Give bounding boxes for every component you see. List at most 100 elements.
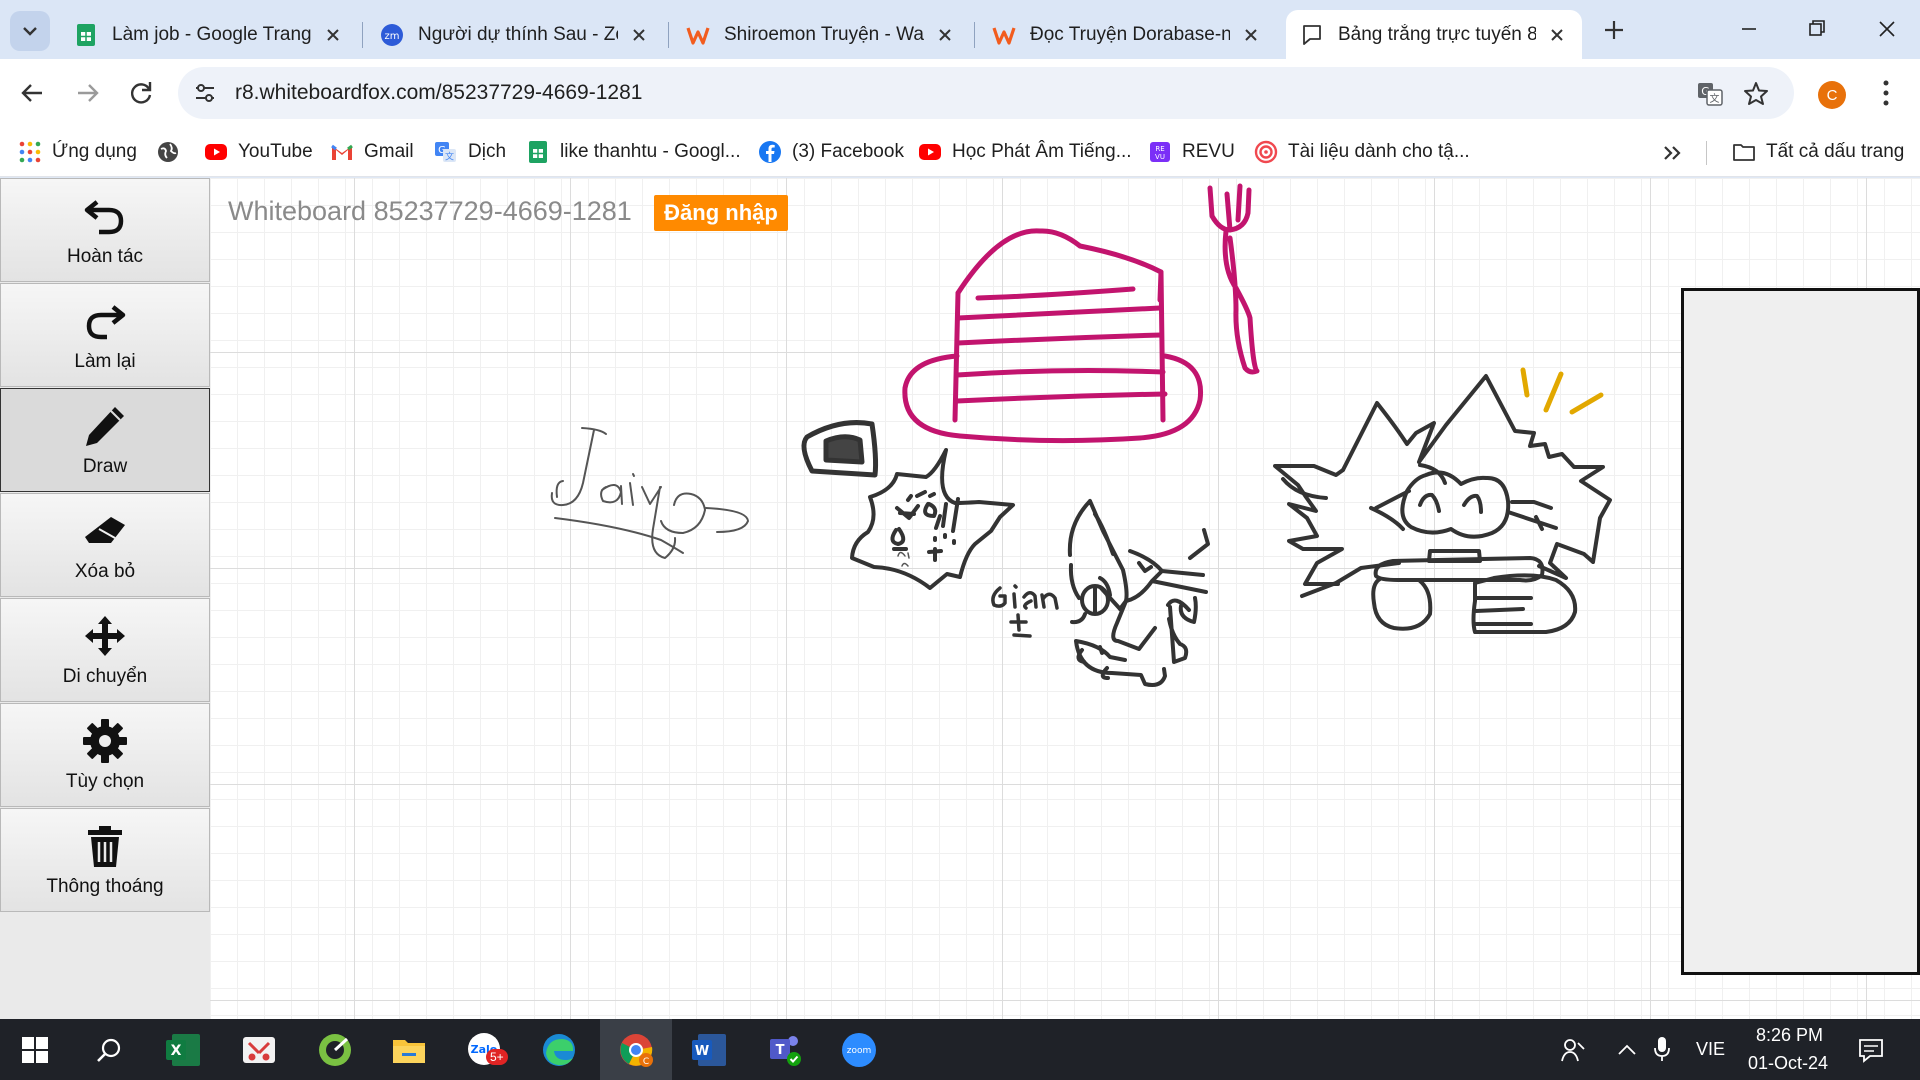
taskbar-file-explorer[interactable] — [386, 1027, 432, 1073]
people-icon[interactable] — [1560, 1037, 1586, 1063]
tool-label: Di chuyển — [62, 666, 148, 687]
taskbar-zoom[interactable]: zoom — [836, 1027, 882, 1073]
bookmark-star-icon[interactable] — [1742, 80, 1770, 108]
search-icon — [97, 1038, 121, 1062]
taskbar-chrome[interactable]: C — [613, 1027, 659, 1073]
restore-icon[interactable] — [1802, 14, 1832, 44]
youtube-icon — [205, 144, 227, 160]
undo-button[interactable]: Hoàn tác — [0, 178, 210, 282]
folder-icon — [1733, 144, 1755, 161]
bookmark-apps[interactable]: Ứng dụng — [18, 137, 137, 167]
close-icon[interactable] — [1240, 24, 1262, 46]
new-tab-plus-icon[interactable] — [1600, 16, 1628, 44]
bookmark-tai-lieu[interactable]: Tài liệu dành cho tậ... — [1254, 137, 1470, 167]
zoom-icon: zoom — [842, 1033, 876, 1067]
svg-text:文: 文 — [445, 151, 454, 163]
wattpad-icon — [686, 26, 710, 45]
chevron-double-right-icon[interactable] — [1658, 139, 1686, 167]
bookmark-hoc-phat-am[interactable]: Học Phát Âm Tiếng... — [918, 137, 1132, 167]
login-button[interactable]: Đăng nhập — [654, 195, 788, 231]
google-sheets-icon — [529, 141, 547, 163]
target-icon — [1254, 140, 1278, 164]
close-icon[interactable] — [1546, 24, 1568, 46]
bookmarks-bar: Ứng dụng YouTube Gmail G文 Dịch like than… — [0, 127, 1920, 177]
wattpad-icon — [992, 26, 1016, 45]
reload-icon[interactable] — [124, 76, 158, 110]
apps-grid-icon — [19, 141, 41, 163]
eraser-button[interactable]: Xóa bỏ — [0, 493, 210, 597]
tab-whiteboard[interactable]: Bảng trắng trực tuyến 85237729 — [1286, 10, 1582, 59]
close-icon[interactable] — [322, 24, 344, 46]
tab-lam-job[interactable]: Làm job - Google Trang tính — [60, 10, 358, 59]
pencil-icon — [86, 407, 124, 446]
bookmark-translate[interactable]: G文 Dịch — [434, 137, 506, 167]
taskbar-zalo[interactable]: Zalo 5+ — [462, 1027, 508, 1073]
all-bookmarks-button[interactable]: Tất cả dấu trang — [1732, 137, 1904, 167]
taskbar-greenshot[interactable] — [312, 1027, 358, 1073]
bookmark-youtube[interactable]: YouTube — [204, 137, 313, 167]
clear-button[interactable]: Thông thoáng — [0, 808, 210, 912]
bookmark-label: YouTube — [238, 141, 313, 162]
redo-button[interactable]: Làm lại — [0, 283, 210, 387]
options-button[interactable]: Tùy chọn — [0, 703, 210, 807]
tool-label: Làm lại — [74, 351, 136, 372]
tab-search-button[interactable] — [10, 11, 50, 51]
taskbar-search[interactable] — [86, 1027, 132, 1073]
translate-icon: G文 — [435, 142, 456, 163]
bookmark-facebook[interactable]: (3) Facebook — [758, 137, 904, 167]
svg-text:T: T — [776, 1043, 785, 1058]
address-bar[interactable]: r8.whiteboardfox.com/85237729-4669-1281 … — [178, 67, 1794, 119]
tab-zoom[interactable]: zm Người dự thính Sau - Zoom — [366, 10, 664, 59]
taskbar-word[interactable]: W — [686, 1027, 732, 1073]
bookmark-label: REVU — [1182, 141, 1235, 162]
kebab-menu-icon[interactable] — [1876, 77, 1896, 109]
bookmark-globe[interactable] — [156, 137, 190, 167]
minimize-icon[interactable] — [1734, 14, 1764, 44]
close-icon[interactable] — [628, 24, 650, 46]
notification-center-icon[interactable] — [1858, 1037, 1884, 1063]
bookmark-label: (3) Facebook — [792, 141, 904, 162]
youtube-icon — [919, 144, 941, 160]
trash-icon — [88, 826, 122, 867]
url-text[interactable]: r8.whiteboardfox.com/85237729-4669-1281 — [235, 81, 642, 105]
gmail-icon — [331, 144, 353, 160]
close-icon[interactable] — [934, 24, 956, 46]
taskbar-teams[interactable]: T — [762, 1027, 808, 1073]
tab-title: Người dự thính Sau - Zoom — [418, 23, 618, 45]
whiteboard-title: Whiteboard 85237729-4669-1281 — [228, 196, 632, 226]
back-arrow-icon[interactable] — [16, 76, 50, 110]
input-language[interactable]: VIE — [1696, 1039, 1725, 1060]
window-close-icon[interactable] — [1872, 14, 1902, 44]
chevron-up-icon[interactable] — [1616, 1041, 1638, 1059]
move-button[interactable]: Di chuyển — [0, 598, 210, 702]
clock-date[interactable]: 01-Oct-24 — [1748, 1053, 1828, 1074]
revu-icon: REVU — [1150, 142, 1170, 162]
browser-toolbar: r8.whiteboardfox.com/85237729-4669-1281 … — [0, 59, 1920, 127]
taskbar-snipping[interactable] — [236, 1027, 282, 1073]
clock-time[interactable]: 8:26 PM — [1756, 1025, 1823, 1046]
microphone-icon[interactable] — [1652, 1035, 1672, 1063]
taskbar-edge[interactable] — [536, 1027, 582, 1073]
tool-label: Hoàn tác — [66, 246, 144, 267]
draw-button[interactable]: Draw — [0, 388, 210, 492]
bookmark-gmail[interactable]: Gmail — [330, 137, 414, 167]
tab-dorabase[interactable]: Đọc Truyện Dorabase-nhóm — [978, 10, 1276, 59]
taskbar-excel[interactable]: X — [160, 1027, 206, 1073]
site-settings-icon[interactable] — [192, 80, 218, 106]
side-panel-placeholder — [1681, 288, 1920, 975]
translate-icon[interactable]: G文 — [1696, 80, 1724, 108]
bookmark-revu[interactable]: RE VU REVU — [1148, 137, 1235, 167]
chrome-icon: C — [620, 1034, 653, 1067]
bookmark-label: Gmail — [364, 141, 414, 162]
profile-avatar[interactable]: C — [1818, 81, 1846, 109]
svg-text:RE: RE — [1155, 145, 1164, 153]
excel-icon: X — [166, 1034, 200, 1066]
tab-title: Làm job - Google Trang tính — [112, 23, 312, 45]
tab-shiroemon[interactable]: Shiroemon Truyện - Wattpad — [672, 10, 970, 59]
bookmark-like-thanhtu[interactable]: like thanhtu - Googl... — [526, 137, 741, 167]
svg-text:W: W — [695, 1044, 709, 1059]
svg-text:zm: zm — [385, 31, 400, 42]
start-button[interactable] — [12, 1027, 58, 1073]
forward-arrow-icon[interactable] — [70, 76, 104, 110]
cat-sketch — [1273, 374, 1612, 634]
